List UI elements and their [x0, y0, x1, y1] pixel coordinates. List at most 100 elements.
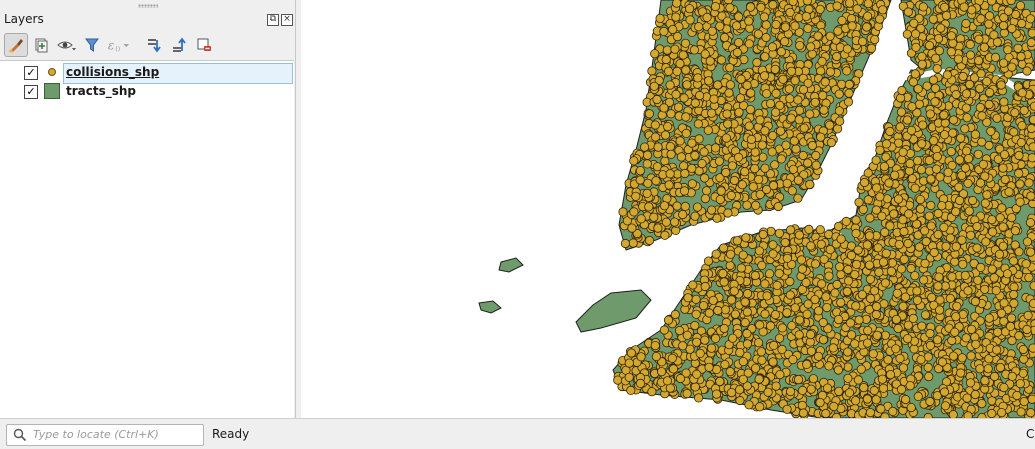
- eye-visibility-icon: [57, 37, 77, 53]
- collision-point: [918, 60, 926, 68]
- style-paintbrush-button[interactable]: [4, 33, 28, 57]
- collision-point: [667, 150, 675, 158]
- layer-name[interactable]: collisions_shp: [66, 65, 159, 79]
- collision-point: [826, 68, 834, 76]
- collision-point: [644, 179, 652, 187]
- collision-point: [701, 336, 709, 344]
- collision-point: [955, 156, 963, 164]
- collision-point: [988, 409, 996, 417]
- collision-point: [844, 277, 852, 285]
- collision-point: [822, 293, 830, 301]
- collision-point: [874, 244, 882, 252]
- collision-point: [977, 15, 985, 23]
- collision-point: [887, 267, 895, 275]
- collision-point: [637, 215, 645, 223]
- close-panel-icon[interactable]: ×: [281, 14, 293, 26]
- collision-point: [1025, 179, 1033, 187]
- collision-point: [651, 341, 659, 349]
- collision-point: [625, 373, 633, 381]
- collision-point: [974, 56, 982, 64]
- collision-point: [1030, 102, 1035, 110]
- collision-point: [799, 151, 807, 159]
- collision-point: [786, 387, 794, 395]
- collision-point: [973, 244, 981, 252]
- collision-point: [637, 353, 645, 361]
- collision-point: [1029, 344, 1035, 352]
- collision-point: [954, 55, 962, 63]
- collision-point: [872, 184, 880, 192]
- layer-visibility-checkbox[interactable]: ✓: [24, 85, 38, 99]
- collision-point: [885, 179, 893, 187]
- collision-point: [844, 265, 852, 273]
- collision-point: [1006, 322, 1014, 330]
- collision-point: [630, 208, 638, 216]
- collision-point: [645, 203, 653, 211]
- collision-point: [650, 213, 658, 221]
- collision-point: [701, 194, 709, 202]
- collision-point: [926, 110, 934, 118]
- collision-point: [988, 216, 996, 224]
- collision-point: [977, 70, 985, 78]
- collision-point: [704, 77, 712, 85]
- collision-point: [897, 265, 905, 273]
- collision-point: [761, 280, 769, 288]
- collision-point: [769, 1, 777, 9]
- collision-point: [1023, 238, 1031, 246]
- collision-point: [665, 181, 673, 189]
- collision-point: [727, 191, 735, 199]
- panel-drag-handle[interactable]: [138, 4, 158, 8]
- collision-point: [1007, 314, 1015, 322]
- collision-point: [913, 157, 921, 165]
- visibility-button[interactable]: [55, 33, 79, 57]
- collision-point: [1027, 192, 1035, 200]
- collapse-all-button[interactable]: [167, 33, 191, 57]
- collision-point: [694, 394, 702, 402]
- collision-point: [745, 122, 753, 130]
- collision-point: [993, 114, 1001, 122]
- collision-point: [855, 316, 863, 324]
- collision-point: [987, 127, 995, 135]
- add-group-icon: [33, 37, 49, 53]
- collision-point: [920, 227, 928, 235]
- expand-all-button[interactable]: [142, 33, 166, 57]
- collision-point: [760, 72, 768, 80]
- collision-point: [799, 86, 807, 94]
- layer-name[interactable]: tracts_shp: [66, 84, 136, 98]
- collision-point: [703, 13, 711, 21]
- collision-point: [948, 273, 956, 281]
- collision-point: [998, 204, 1006, 212]
- collision-point: [773, 281, 781, 289]
- collision-point: [715, 157, 723, 165]
- collision-point: [694, 120, 702, 128]
- collision-point: [837, 235, 845, 243]
- collision-point: [881, 279, 889, 287]
- collision-point: [907, 403, 915, 411]
- filter-expression-button[interactable]: ε (): [106, 33, 130, 57]
- collision-point: [896, 123, 904, 131]
- collision-point: [795, 231, 803, 239]
- map-canvas[interactable]: [301, 0, 1035, 418]
- collision-point: [743, 330, 751, 338]
- collision-point: [938, 358, 946, 366]
- collision-point: [888, 259, 896, 267]
- collision-point: [971, 130, 979, 138]
- collision-point: [924, 363, 932, 371]
- collision-point: [766, 322, 774, 330]
- collision-point: [858, 37, 866, 45]
- collision-point: [681, 39, 689, 47]
- collision-point: [854, 376, 862, 384]
- collision-point: [985, 100, 993, 108]
- add-group-button[interactable]: [29, 33, 53, 57]
- collision-point: [661, 131, 669, 139]
- collision-point: [884, 356, 892, 364]
- layer-visibility-checkbox[interactable]: ✓: [24, 66, 38, 80]
- svg-text:(): (): [115, 45, 120, 53]
- locator-search-box[interactable]: Type to locate (Ctrl+K): [6, 424, 204, 446]
- collision-point: [876, 193, 884, 201]
- collision-point: [917, 166, 925, 174]
- filter-legend-button[interactable]: [80, 33, 104, 57]
- collision-point: [711, 144, 719, 152]
- float-panel-icon[interactable]: ⧉: [267, 14, 279, 26]
- remove-layer-button[interactable]: [192, 33, 216, 57]
- collision-point: [842, 217, 850, 225]
